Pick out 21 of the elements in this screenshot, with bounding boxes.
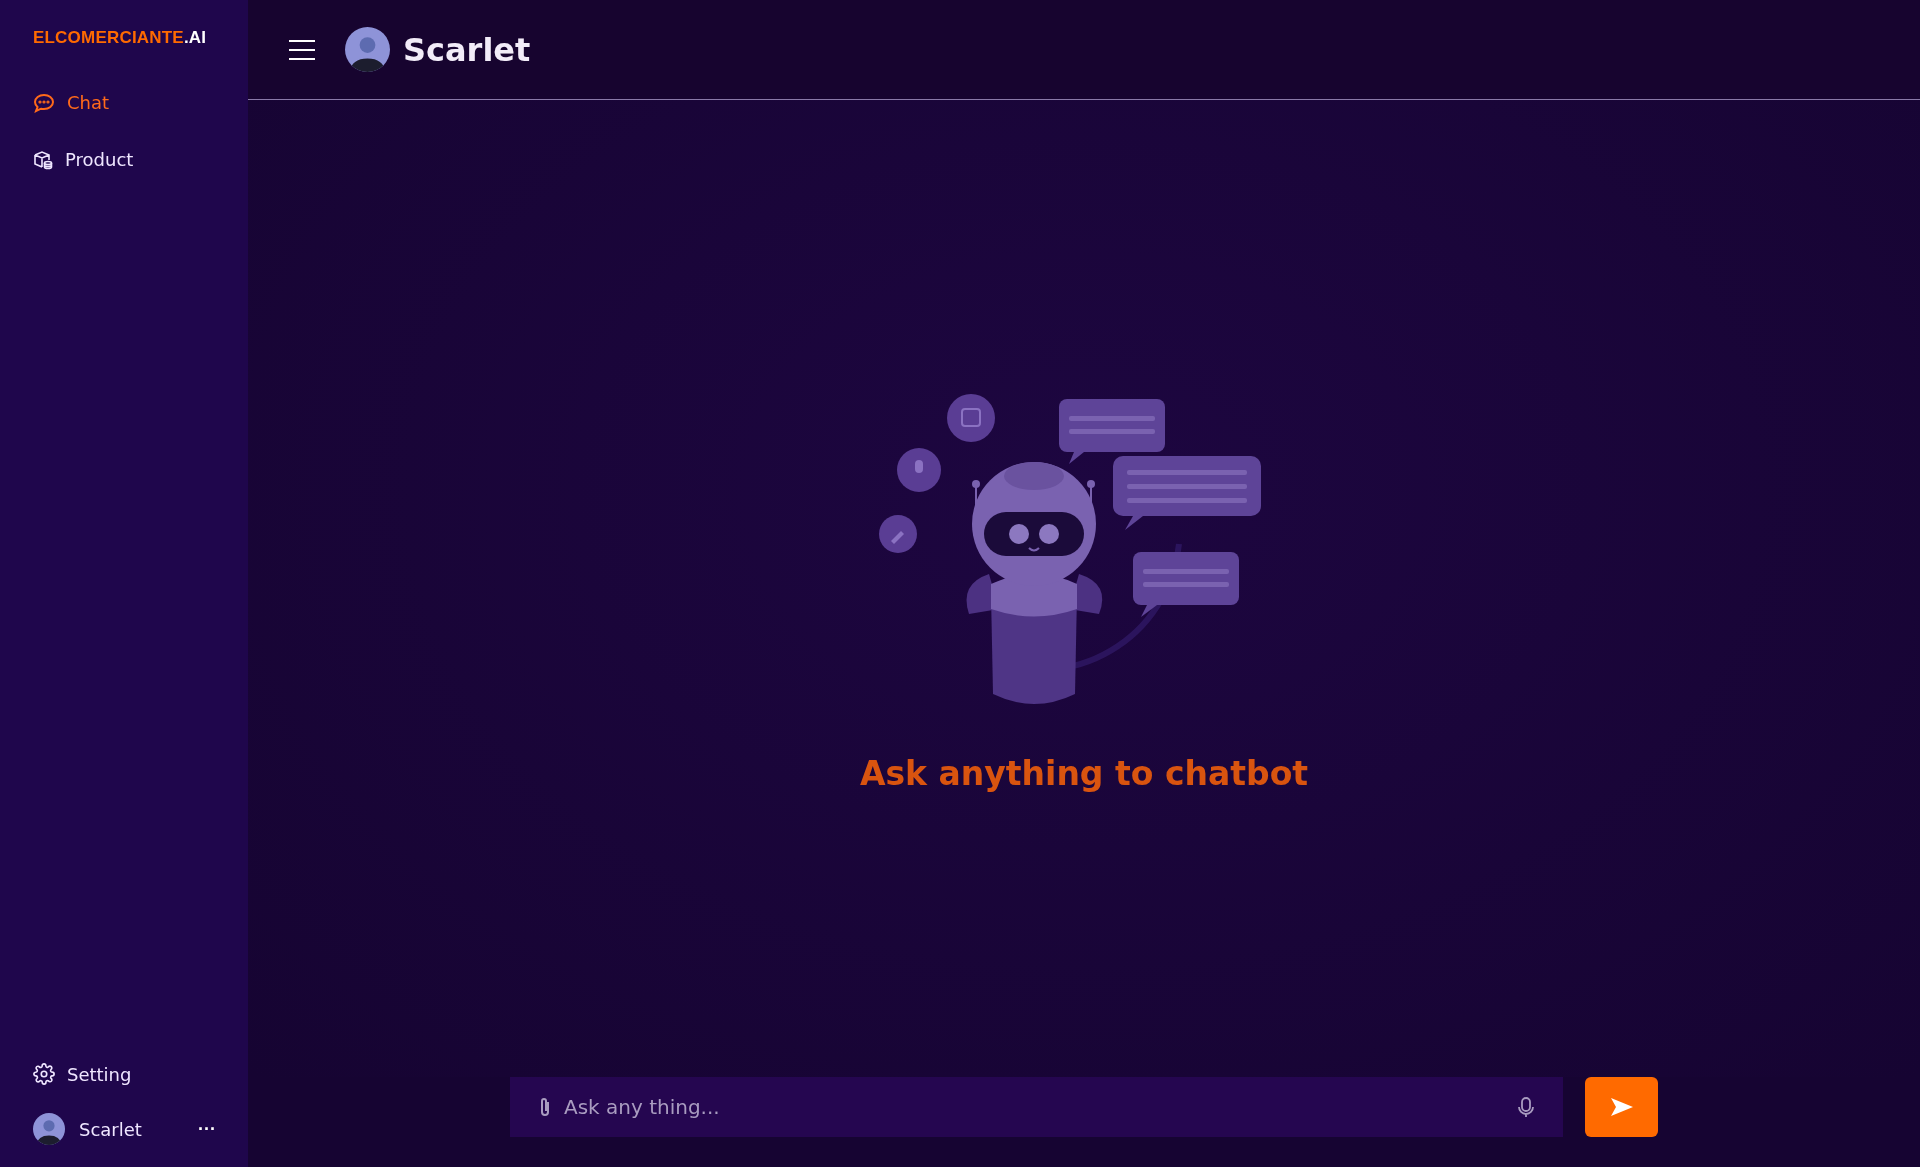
send-button[interactable] (1585, 1077, 1658, 1137)
chat-bubble-icon (33, 92, 55, 113)
brand-logo[interactable]: ELCOMERCIANTE.AI (33, 28, 207, 48)
settings-icon (33, 1063, 55, 1085)
message-input[interactable]: Ask any thing... (562, 1094, 1507, 1120)
profile-avatar (345, 27, 390, 72)
menu-icon (289, 38, 315, 61)
microphone-icon[interactable] (1517, 1096, 1535, 1118)
sidebar-nav-item[interactable]: Product (33, 149, 134, 170)
send-icon (1608, 1096, 1635, 1118)
setting-nav-item[interactable]: Setting (33, 1063, 132, 1085)
menu-button[interactable] (289, 38, 315, 61)
user-avatar (33, 1113, 65, 1145)
message-composer[interactable]: Ask any thing... (510, 1077, 1563, 1137)
paperclip-icon (538, 1096, 552, 1118)
more-button[interactable]: ··· (197, 1118, 216, 1140)
user-name: Scarlet (79, 1118, 142, 1140)
chat-title: Scarlet (403, 30, 531, 69)
empty-state-heading: Ask anything to chatbot (859, 754, 1309, 793)
sidebar-nav-item[interactable]: Chat (33, 92, 110, 113)
box-coins-icon (33, 149, 53, 170)
